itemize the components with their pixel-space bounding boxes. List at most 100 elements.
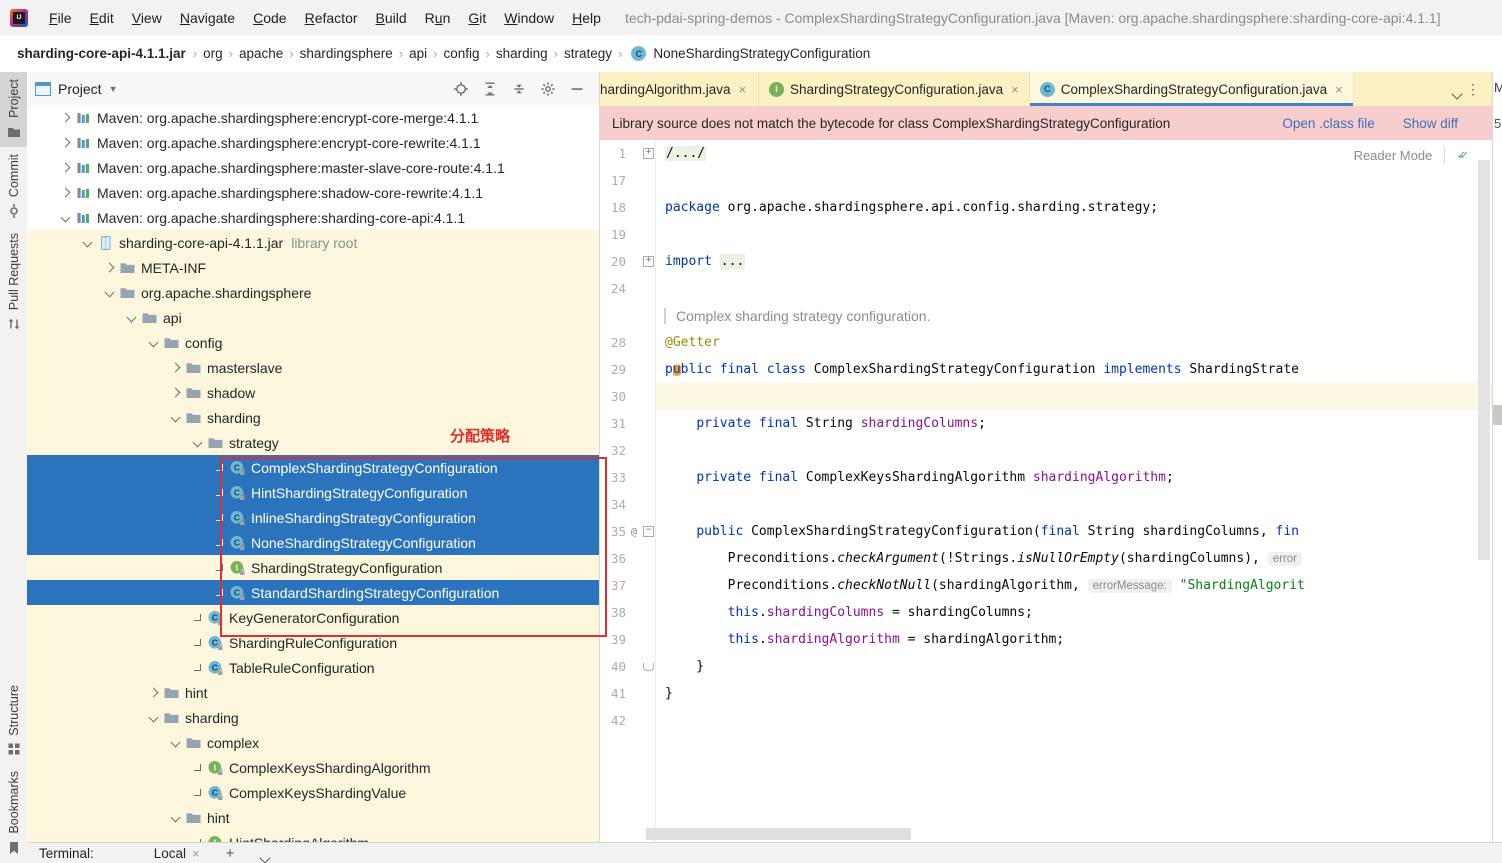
project-view-dropdown-icon[interactable]: ▼ bbox=[109, 84, 118, 94]
tree-row[interactable]: CNoneShardingStrategyConfiguration bbox=[27, 530, 599, 555]
tree-row[interactable]: CTableRuleConfiguration bbox=[27, 655, 599, 680]
chevron-right-icon[interactable] bbox=[57, 135, 73, 151]
close-icon[interactable]: × bbox=[1335, 82, 1343, 97]
fold-toggle-icon[interactable]: + bbox=[640, 256, 657, 267]
chevron-down-icon[interactable] bbox=[79, 235, 95, 251]
tree-row[interactable]: shadow bbox=[27, 380, 599, 405]
tree-row[interactable]: hint bbox=[27, 805, 599, 830]
menu-item-build[interactable]: Build bbox=[367, 10, 416, 26]
tree-row[interactable]: CShardingRuleConfiguration bbox=[27, 630, 599, 655]
chevron-down-icon[interactable] bbox=[145, 710, 161, 726]
collapse-all-icon[interactable] bbox=[511, 81, 527, 97]
menu-item-git[interactable]: Git bbox=[459, 10, 495, 26]
tree-row[interactable]: config bbox=[27, 330, 599, 355]
sidebar-item-project[interactable]: Project bbox=[0, 72, 27, 147]
close-icon[interactable]: × bbox=[192, 846, 200, 861]
terminal-tab[interactable]: Local × bbox=[154, 846, 200, 861]
breadcrumb-item[interactable]: sharding bbox=[496, 46, 548, 61]
horizontal-scrollbar[interactable] bbox=[646, 828, 911, 840]
chevron-right-icon[interactable] bbox=[167, 385, 183, 401]
fold-toggle-icon[interactable]: + bbox=[640, 148, 657, 159]
tree-row[interactable]: org.apache.shardingsphere bbox=[27, 280, 599, 305]
tree-row[interactable]: CComplexShardingStrategyConfiguration bbox=[27, 455, 599, 480]
tree-row[interactable]: IComplexKeysShardingAlgorithm bbox=[27, 755, 599, 780]
tree-row[interactable]: hint bbox=[27, 680, 599, 705]
chevron-down-icon[interactable] bbox=[167, 810, 183, 826]
sidebar-item-commit[interactable]: Commit bbox=[0, 147, 27, 226]
sidebar-item-structure[interactable]: Structure bbox=[0, 678, 27, 765]
terminal-label[interactable]: Terminal: bbox=[39, 846, 94, 861]
menu-item-edit[interactable]: Edit bbox=[81, 10, 123, 26]
show-diff-link[interactable]: Show diff bbox=[1403, 116, 1458, 131]
new-terminal-button[interactable]: + bbox=[226, 845, 235, 862]
tree-row[interactable]: masterslave bbox=[27, 355, 599, 380]
breadcrumb-item[interactable]: api bbox=[409, 46, 427, 61]
breadcrumb-item[interactable]: shardingsphere bbox=[300, 46, 393, 61]
code-editor[interactable]: 1+/.../1718package org.apache.shardingsp… bbox=[600, 140, 1492, 843]
chevron-down-icon[interactable] bbox=[145, 335, 161, 351]
chevron-right-icon[interactable] bbox=[145, 685, 161, 701]
tree-row[interactable]: CInlineShardingStrategyConfiguration bbox=[27, 505, 599, 530]
chevron-down-icon[interactable] bbox=[57, 210, 73, 226]
chevron-down-icon[interactable] bbox=[167, 735, 183, 751]
tree-row[interactable]: META-INF bbox=[27, 255, 599, 280]
open-class-file-link[interactable]: Open .class file bbox=[1282, 116, 1374, 131]
vertical-scrollbar[interactable] bbox=[1478, 160, 1490, 560]
kebab-menu-icon[interactable]: ⋮ bbox=[1466, 81, 1480, 98]
tree-row[interactable]: Maven: org.apache.shardingsphere:shadow-… bbox=[27, 180, 599, 205]
tree-row[interactable]: Maven: org.apache.shardingsphere:encrypt… bbox=[27, 130, 599, 155]
tree-row[interactable]: CStandardShardingStrategyConfiguration bbox=[27, 580, 599, 605]
expand-all-icon[interactable] bbox=[482, 81, 498, 97]
tree-row[interactable]: sharding bbox=[27, 405, 599, 430]
breadcrumb-item[interactable]: strategy bbox=[564, 46, 612, 61]
tree-row[interactable]: CHintShardingStrategyConfiguration bbox=[27, 480, 599, 505]
chevron-right-icon[interactable] bbox=[167, 360, 183, 376]
chevron-right-icon[interactable] bbox=[57, 160, 73, 176]
chevron-right-icon[interactable] bbox=[101, 260, 117, 276]
sidebar-item-pull-requests[interactable]: Pull Requests bbox=[0, 226, 27, 339]
chevron-right-icon[interactable] bbox=[57, 110, 73, 126]
double-check-icon[interactable]: ✓✓ bbox=[1457, 148, 1468, 163]
breadcrumb-item[interactable]: apache bbox=[239, 46, 283, 61]
intention-bulb-icon[interactable]: u bbox=[673, 362, 681, 377]
menu-item-run[interactable]: Run bbox=[416, 10, 460, 26]
tree-row[interactable]: api bbox=[27, 305, 599, 330]
tree-row[interactable]: Maven: org.apache.shardingsphere:encrypt… bbox=[27, 105, 599, 130]
chevron-down-icon[interactable] bbox=[167, 410, 183, 426]
tree-row[interactable]: CComplexKeysShardingValue bbox=[27, 780, 599, 805]
close-icon[interactable]: × bbox=[739, 82, 747, 97]
breadcrumb-item[interactable]: sharding-core-api-4.1.1.jar bbox=[17, 46, 186, 61]
menu-item-file[interactable]: File bbox=[40, 10, 81, 26]
fold-toggle-icon[interactable] bbox=[640, 663, 657, 671]
breadcrumb-item[interactable]: config bbox=[443, 46, 479, 61]
tree-row[interactable]: CKeyGeneratorConfiguration bbox=[27, 605, 599, 630]
menu-item-code[interactable]: Code bbox=[244, 10, 295, 26]
close-icon[interactable]: × bbox=[1011, 82, 1019, 97]
sidebar-item-bookmarks[interactable]: Bookmarks bbox=[0, 764, 27, 863]
tree-row[interactable]: complex bbox=[27, 730, 599, 755]
breadcrumb-item[interactable]: NoneShardingStrategyConfiguration bbox=[653, 46, 870, 61]
hide-panel-icon[interactable] bbox=[569, 81, 585, 97]
menu-item-view[interactable]: View bbox=[123, 10, 171, 26]
chevron-down-icon[interactable] bbox=[123, 310, 139, 326]
tree-row[interactable]: sharding bbox=[27, 705, 599, 730]
editor-tab[interactable]: hardingAlgorithm.java× bbox=[600, 72, 759, 106]
menu-item-help[interactable]: Help bbox=[563, 10, 610, 26]
tree-row[interactable]: sharding-core-api-4.1.1.jarlibrary root bbox=[27, 230, 599, 255]
menu-item-refactor[interactable]: Refactor bbox=[296, 10, 367, 26]
tree-row[interactable]: IShardingStrategyConfiguration bbox=[27, 555, 599, 580]
fold-toggle-icon[interactable]: − bbox=[640, 526, 657, 537]
tree-row[interactable]: Maven: org.apache.shardingsphere:master-… bbox=[27, 155, 599, 180]
chevron-down-icon[interactable] bbox=[101, 285, 117, 301]
project-panel-title[interactable]: Project bbox=[58, 81, 102, 97]
tree-row[interactable]: strategy bbox=[27, 430, 599, 455]
breadcrumb-item[interactable]: org bbox=[203, 46, 223, 61]
gear-icon[interactable] bbox=[540, 81, 556, 97]
chevron-down-icon[interactable] bbox=[189, 435, 205, 451]
chevron-right-icon[interactable] bbox=[57, 185, 73, 201]
menu-item-window[interactable]: Window bbox=[495, 10, 563, 26]
tree-row[interactable]: Maven: org.apache.shardingsphere:shardin… bbox=[27, 205, 599, 230]
locate-file-icon[interactable] bbox=[453, 81, 469, 97]
menu-item-navigate[interactable]: Navigate bbox=[171, 10, 244, 26]
editor-tab[interactable]: CComplexShardingStrategyConfiguration.ja… bbox=[1030, 72, 1354, 106]
